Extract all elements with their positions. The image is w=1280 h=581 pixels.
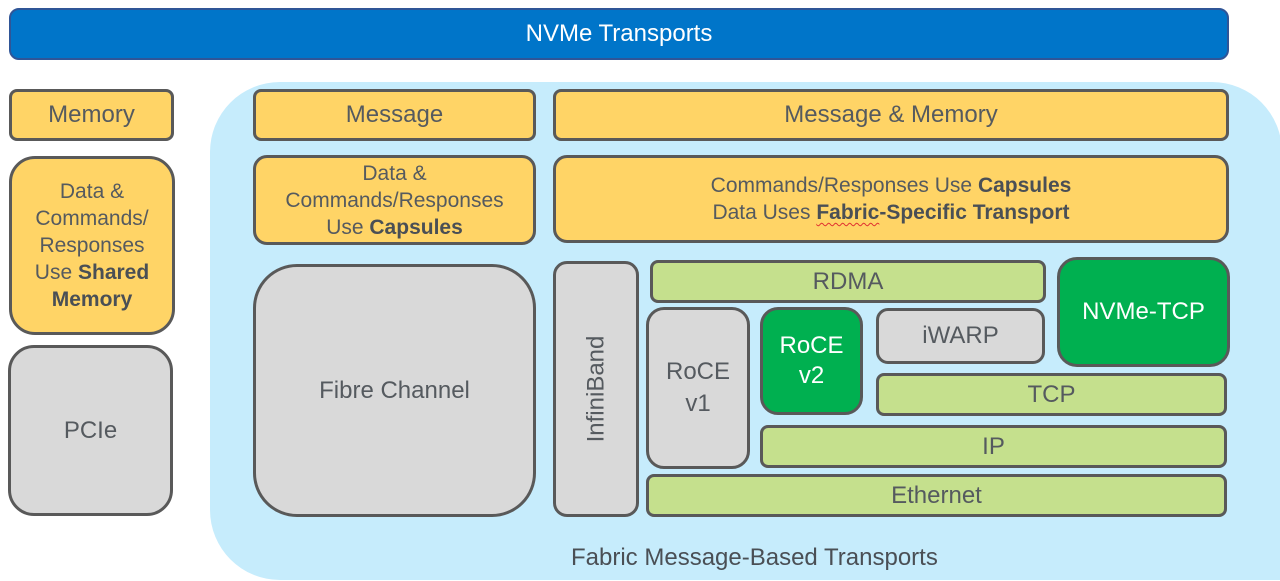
shared-memory-description-box: Data & Commands/ Responses Use Shared Me… <box>9 156 175 335</box>
fibre-channel-box: Fibre Channel <box>253 264 536 517</box>
diagram-title: NVMe Transports <box>525 20 713 47</box>
ip-box: IP <box>760 425 1227 468</box>
message-memory-header-label: Message & Memory <box>784 101 998 128</box>
fabric-specific-description: Commands/Responses Use Capsules Data Use… <box>710 174 1072 224</box>
fabric-specific-description-box: Commands/Responses Use Capsules Data Use… <box>553 155 1229 243</box>
infiniband-box: InfiniBand <box>553 261 639 517</box>
tcp-label: TCP <box>1027 380 1076 408</box>
message-header-label: Message <box>345 101 444 128</box>
infiniband-label: InfiniBand <box>582 335 609 443</box>
title-bar: NVMe Transports <box>9 8 1229 60</box>
fibre-channel-label: Fibre Channel <box>319 376 470 404</box>
pcie-box: PCIe <box>8 345 173 516</box>
nvme-tcp-label: NVMe-TCP <box>1082 298 1205 325</box>
ip-label: IP <box>982 432 1005 460</box>
roce-v2-box: RoCE v2 <box>760 307 863 415</box>
roce-v2-label: RoCE v2 <box>779 332 844 389</box>
shared-memory-description: Data & Commands/ Responses Use Shared Me… <box>34 180 150 311</box>
capsules-description: Data & Commands/Responses Use Capsules <box>285 161 504 239</box>
memory-header-box: Memory <box>9 89 174 141</box>
ethernet-box: Ethernet <box>646 474 1227 517</box>
iwarp-label: iWARP <box>922 322 999 349</box>
roce-v1-label: RoCE v1 <box>665 358 731 417</box>
rdma-box: RDMA <box>650 260 1046 303</box>
message-memory-header-box: Message & Memory <box>553 89 1229 141</box>
iwarp-box: iWARP <box>876 308 1045 364</box>
pcie-label: PCIe <box>63 416 118 444</box>
message-header-box: Message <box>253 89 536 141</box>
nvme-tcp-box: NVMe-TCP <box>1057 257 1230 367</box>
rdma-label: RDMA <box>812 267 884 295</box>
memory-header-label: Memory <box>48 101 135 128</box>
capsules-description-box: Data & Commands/Responses Use Capsules <box>253 155 536 245</box>
ethernet-label: Ethernet <box>891 481 982 509</box>
tcp-box: TCP <box>876 373 1227 416</box>
fabric-region-label: Fabric Message-Based Transports <box>571 544 938 571</box>
roce-v1-box: RoCE v1 <box>646 307 750 469</box>
